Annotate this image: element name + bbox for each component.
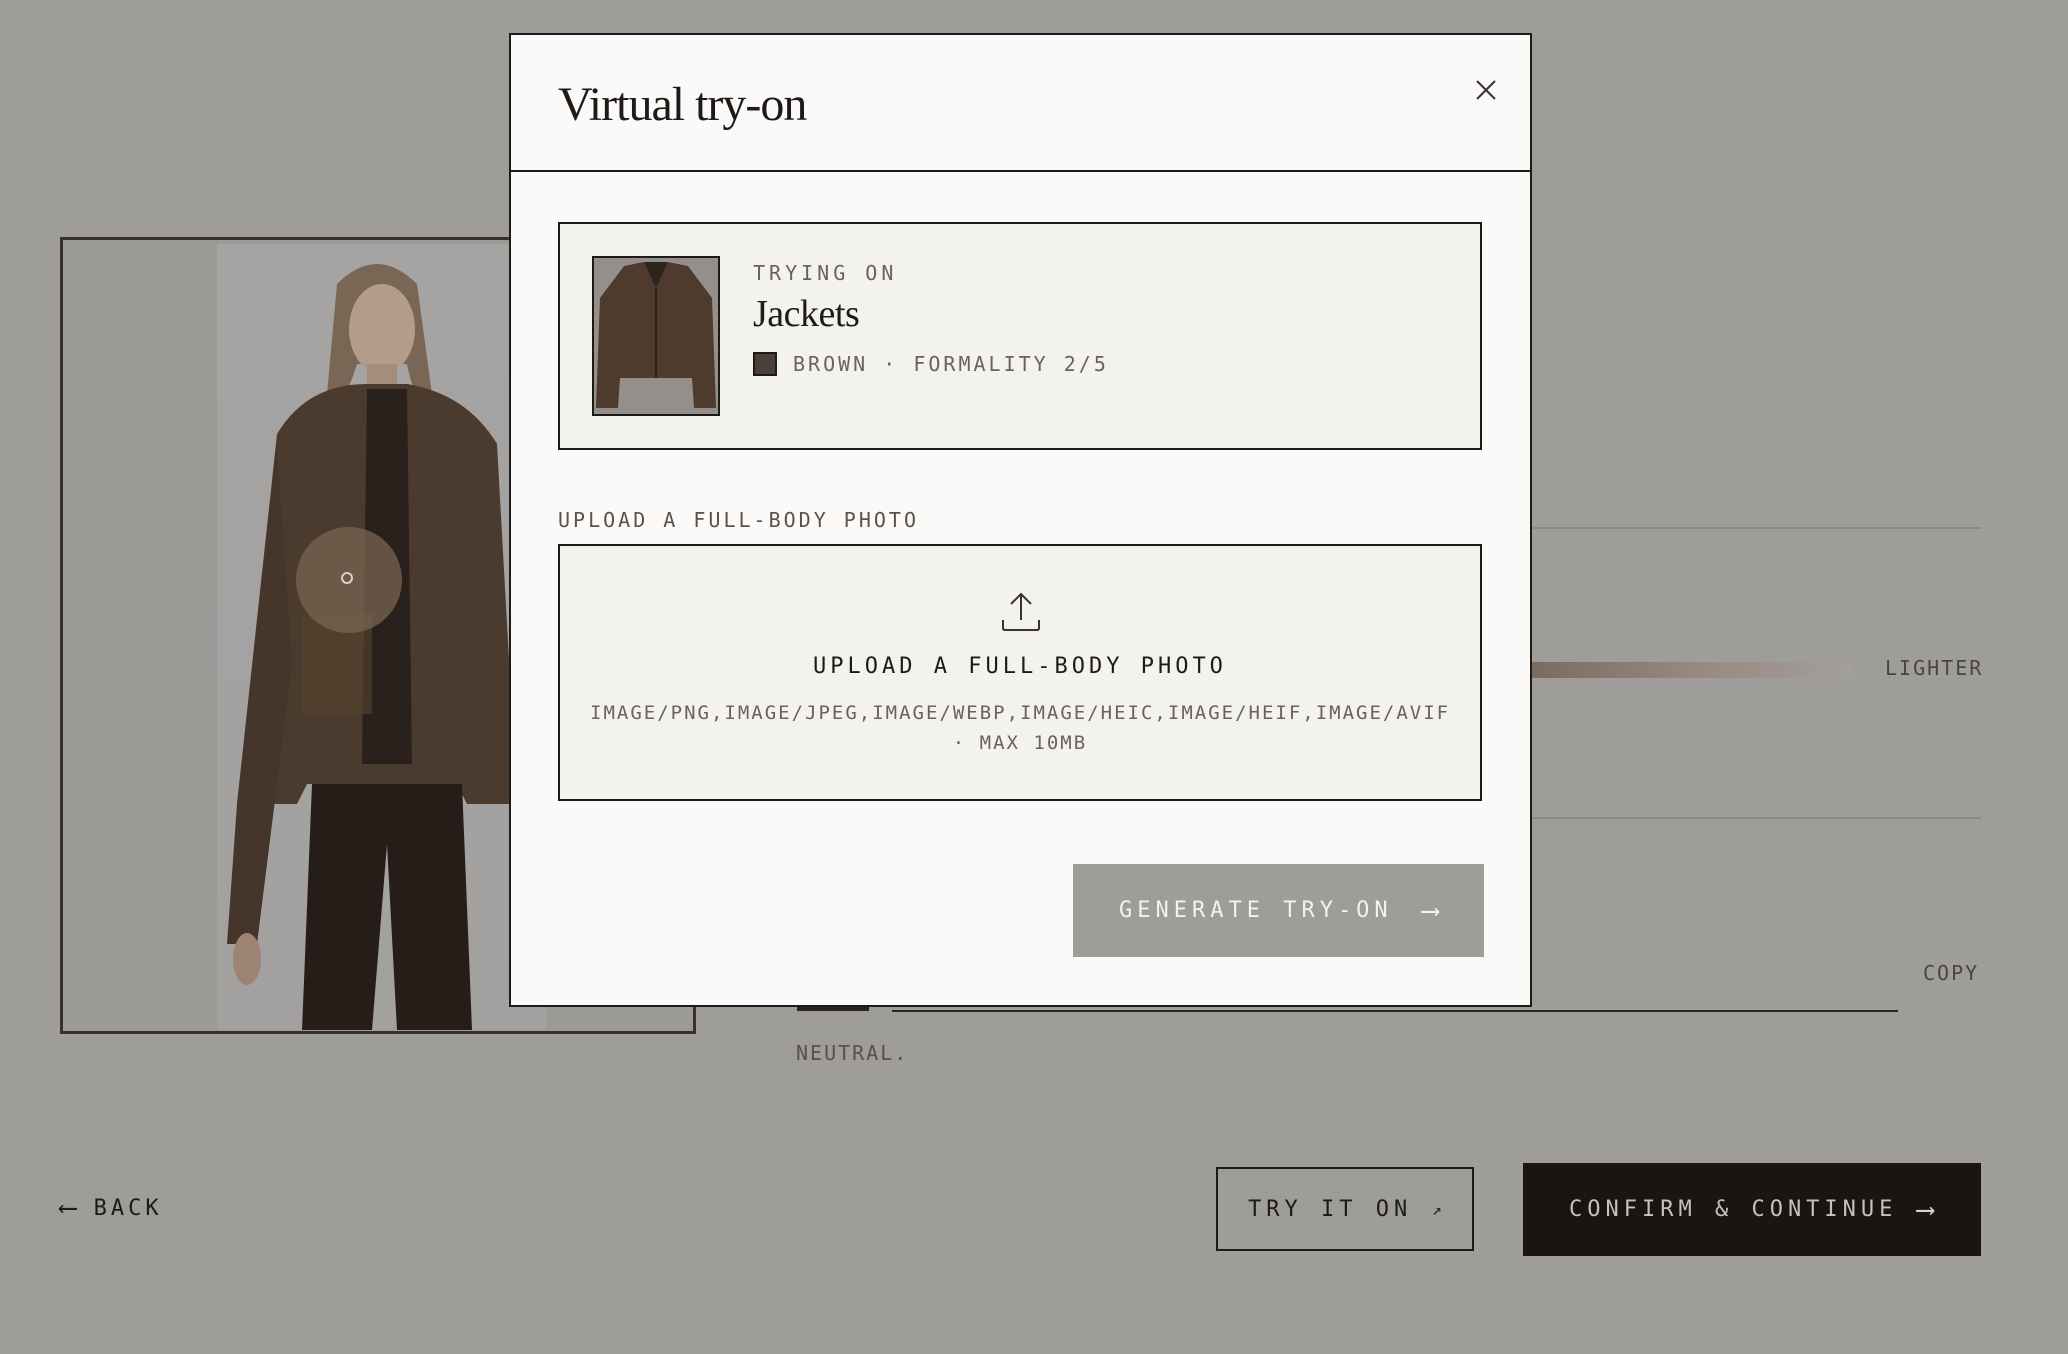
arrow-up-right-icon: ↗ (1432, 1199, 1442, 1219)
try-it-on-label: TRY IT ON (1248, 1196, 1413, 1222)
section-divider (1530, 817, 1981, 819)
upload-section-label: UPLOAD A FULL-BODY PHOTO (558, 508, 919, 532)
close-icon (1476, 80, 1496, 100)
modal-title: Virtual try-on (558, 78, 807, 131)
copy-button[interactable]: COPY (1923, 961, 1979, 985)
accepted-file-types: IMAGE/PNG,IMAGE/JPEG,IMAGE/WEBP,IMAGE/HE… (590, 702, 1451, 724)
close-button[interactable] (1469, 73, 1503, 107)
upload-icon (1001, 590, 1041, 638)
modal-header: Virtual try-on (511, 35, 1530, 172)
back-label: BACK (93, 1195, 163, 1221)
tone-caption: NEUTRAL. (796, 1041, 909, 1065)
back-button[interactable]: ⟵ BACK (60, 1193, 163, 1223)
trying-on-item-card: TRYING ON Jackets BROWN · FORMALITY 2/5 (558, 222, 1482, 450)
item-name: Jackets (753, 293, 860, 335)
virtual-try-on-modal: Virtual try-on TRYING ON Jackets BROWN ·… (509, 33, 1532, 1007)
try-it-on-button[interactable]: TRY IT ON ↗ (1216, 1167, 1474, 1251)
dropzone-title: UPLOAD A FULL-BODY PHOTO (813, 654, 1227, 679)
confirm-continue-button[interactable]: CONFIRM & CONTINUE ⟶ (1523, 1163, 1981, 1256)
item-eyebrow: TRYING ON (753, 261, 898, 285)
arrow-right-icon: ⟶ (1917, 1194, 1933, 1225)
copy-field-underline (892, 1010, 1898, 1012)
item-thumbnail (592, 256, 720, 416)
dropzone-hint: IMAGE/PNG,IMAGE/JPEG,IMAGE/WEBP,IMAGE/HE… (590, 698, 1450, 758)
max-file-size: · MAX 10MB (952, 732, 1088, 754)
model-photo (217, 244, 547, 1030)
product-hotspot[interactable] (296, 527, 402, 633)
color-swatch (753, 352, 777, 376)
item-meta: BROWN · FORMALITY 2/5 (793, 352, 1109, 376)
section-divider (1530, 527, 1981, 529)
generate-label: GENERATE TRY-ON (1119, 898, 1393, 923)
slider-lighter-label: LIGHTER (1885, 656, 1984, 680)
confirm-label: CONFIRM & CONTINUE (1569, 1197, 1898, 1222)
arrow-left-icon: ⟵ (60, 1193, 76, 1223)
tone-slider-track[interactable] (1530, 662, 1852, 678)
photo-dropzone[interactable]: UPLOAD A FULL-BODY PHOTO IMAGE/PNG,IMAGE… (558, 544, 1482, 801)
generate-try-on-button[interactable]: GENERATE TRY-ON ⟶ (1073, 864, 1484, 957)
arrow-right-icon: ⟶ (1422, 895, 1438, 926)
